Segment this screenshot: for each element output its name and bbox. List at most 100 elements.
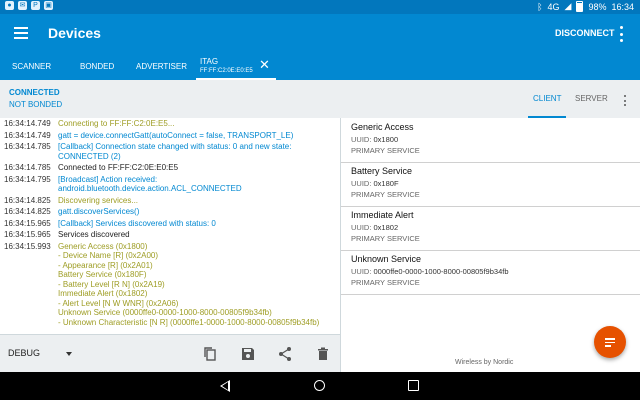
navigation-bar [0, 372, 640, 400]
log-message: gatt = device.connectGatt(autoConnect = … [58, 130, 294, 140]
log-message: Generic Access (0x1800) - Device Name [R… [58, 241, 320, 327]
tab-label: SCANNER [12, 62, 52, 71]
notification-icons: ● ✉ P ▣ [5, 1, 53, 10]
log-toolbar: DEBUG [0, 334, 340, 372]
log-timestamp: 16:34:15.993 [4, 241, 51, 251]
tab-scanner[interactable]: SCANNER [0, 54, 66, 80]
service-name: Battery Service [351, 166, 413, 176]
service-type: PRIMARY SERVICE [351, 146, 420, 155]
tab-server[interactable]: SERVER [575, 94, 608, 103]
back-icon[interactable] [220, 380, 230, 392]
log-message: [Callback] Connection state changed with… [58, 142, 294, 161]
connection-header: CONNECTED NOT BONDED CLIENT SERVER [0, 80, 640, 118]
service-name: Unknown Service [351, 254, 422, 264]
log-message: [Callback] Services discovered with stat… [58, 218, 216, 228]
log-timestamp: 16:34:14.785 [4, 142, 51, 151]
log-entry: 16:34:15.993 Generic Access (0x1800) - De… [4, 241, 340, 329]
service-uuid: UUID: 0000ffe0-0000-1000-8000-00805f9b34… [351, 267, 509, 276]
bluetooth-icon: ᛒ [537, 1, 543, 12]
image-icon: ▣ [44, 1, 53, 10]
uuid-label: UUID: [351, 135, 372, 144]
disconnect-button[interactable]: DISCONNECT [555, 28, 615, 38]
log-message: Connecting to FF:FF:C2:0E:E5... [58, 119, 175, 128]
log-timestamp: 16:34:15.965 [4, 218, 51, 228]
tab-label: ITAG [200, 57, 219, 66]
email-icon: ✉ [18, 1, 27, 10]
service-type: PRIMARY SERVICE [351, 278, 420, 287]
uuid-label: UUID: [351, 223, 372, 232]
log-timestamp: 16:34:15.965 [4, 230, 51, 239]
page-title: Devices [48, 25, 101, 41]
log-entry: 16:34:14.825 gatt.discoverServices() [4, 206, 340, 218]
pinterest-icon: P [31, 1, 40, 10]
more-options-icon[interactable] [618, 26, 624, 42]
copy-icon[interactable] [202, 346, 218, 362]
tab-client[interactable]: CLIENT [533, 94, 561, 103]
device-tabs: SCANNER BONDED ADVERTISER ITAG FF:FF:C2:… [0, 54, 640, 80]
uuid-value: 0x1802 [373, 223, 399, 232]
tab-bonded[interactable]: BONDED [66, 54, 130, 80]
tab-label: ADVERTISER [136, 62, 187, 71]
log-timestamp: 16:34:14.825 [4, 195, 51, 205]
log-entry: 16:34:14.825 Discovering services... [4, 195, 340, 207]
log-message: gatt.discoverServices() [58, 207, 140, 216]
app-toolbar: Devices DISCONNECT [0, 14, 640, 54]
save-icon[interactable] [240, 346, 256, 362]
more-options-icon[interactable] [623, 95, 627, 106]
log-entry: 16:34:14.749 Connecting to FF:FF:C2:0E:E5… [4, 118, 340, 130]
service-type: PRIMARY SERVICE [351, 234, 420, 243]
share-icon[interactable] [277, 346, 293, 362]
log-level-select[interactable]: DEBUG [8, 348, 40, 358]
log-timestamp: 16:34:14.795 [4, 174, 51, 184]
clock: 16:34 [611, 1, 634, 12]
log-entry: 16:34:14.785 [Callback] Connection state … [4, 141, 340, 162]
log-entry: 16:34:14.749 gatt = device.connectGatt(au… [4, 130, 340, 142]
fab-log-button[interactable] [594, 326, 626, 358]
service-uuid: UUID: 0x1802 [351, 223, 398, 232]
service-type: PRIMARY SERVICE [351, 190, 420, 199]
app-notification-icon: ● [5, 1, 14, 10]
log-entry: 16:34:15.965 Services discovered [4, 229, 340, 241]
battery-icon [576, 1, 584, 12]
home-icon[interactable] [314, 380, 325, 391]
status-bar: ● ✉ P ▣ ᛒ 4G ◢ 98% 16:34 [0, 0, 640, 14]
uuid-value: 0000ffe0-0000-1000-8000-00805f9b34fb [373, 267, 509, 276]
service-name: Immediate Alert [351, 210, 414, 220]
tab-device-address: FF:FF:C2:0E:E0:E5 [200, 68, 253, 74]
log-entry: 16:34:15.965 [Callback] Services discover… [4, 218, 340, 230]
log-timestamp: 16:34:14.749 [4, 130, 51, 140]
uuid-label: UUID: [351, 179, 372, 188]
service-item[interactable]: Unknown Service UUID: 0000ffe0-0000-1000… [341, 250, 640, 295]
bond-state: NOT BONDED [9, 100, 63, 109]
log-message: Services discovered [58, 230, 130, 239]
log-entry: 16:34:14.795 [Broadcast] Action received:… [4, 174, 340, 195]
service-item[interactable]: Battery Service UUID: 0x180F PRIMARY SER… [341, 162, 640, 207]
uuid-value: 0x180F [373, 179, 399, 188]
log-panel[interactable]: 16:34:14.749 Connecting to FF:FF:C2:0E:E5… [0, 118, 340, 334]
log-timestamp: 16:34:14.785 [4, 163, 51, 172]
signal-icon: ◢ [564, 1, 572, 11]
log-message: [Broadcast] Action received: android.blu… [58, 174, 242, 194]
nordic-footer: Wireless by Nordic [455, 359, 514, 366]
service-name: Generic Access [351, 122, 414, 132]
tab-advertiser[interactable]: ADVERTISER [130, 54, 196, 80]
delete-icon[interactable] [315, 346, 331, 362]
system-icons: ᛒ 4G ◢ 98% 16:34 [537, 1, 634, 12]
network-type: 4G [547, 1, 560, 12]
service-item[interactable]: Immediate Alert UUID: 0x1802 PRIMARY SER… [341, 206, 640, 251]
uuid-value: 0x1800 [373, 135, 399, 144]
log-message: Discovering services... [58, 195, 139, 205]
connection-state: CONNECTED [9, 88, 60, 97]
service-item[interactable]: Generic Access UUID: 0x1800 PRIMARY SERV… [341, 118, 640, 163]
menu-icon[interactable] [14, 27, 28, 39]
dropdown-arrow-icon[interactable] [66, 352, 72, 356]
tab-label: BONDED [80, 62, 115, 71]
log-entry: 16:34:14.785 Connected to FF:FF:C2:0E:E0:… [4, 162, 340, 174]
battery-percent: 98% [588, 1, 607, 12]
uuid-label: UUID: [351, 267, 372, 276]
recent-apps-icon[interactable] [408, 380, 419, 391]
close-icon[interactable]: ✕ [259, 58, 270, 71]
service-uuid: UUID: 0x180F [351, 179, 399, 188]
service-uuid: UUID: 0x1800 [351, 135, 398, 144]
log-message: Connected to FF:FF:C2:0E:E0:E5 [58, 163, 179, 172]
